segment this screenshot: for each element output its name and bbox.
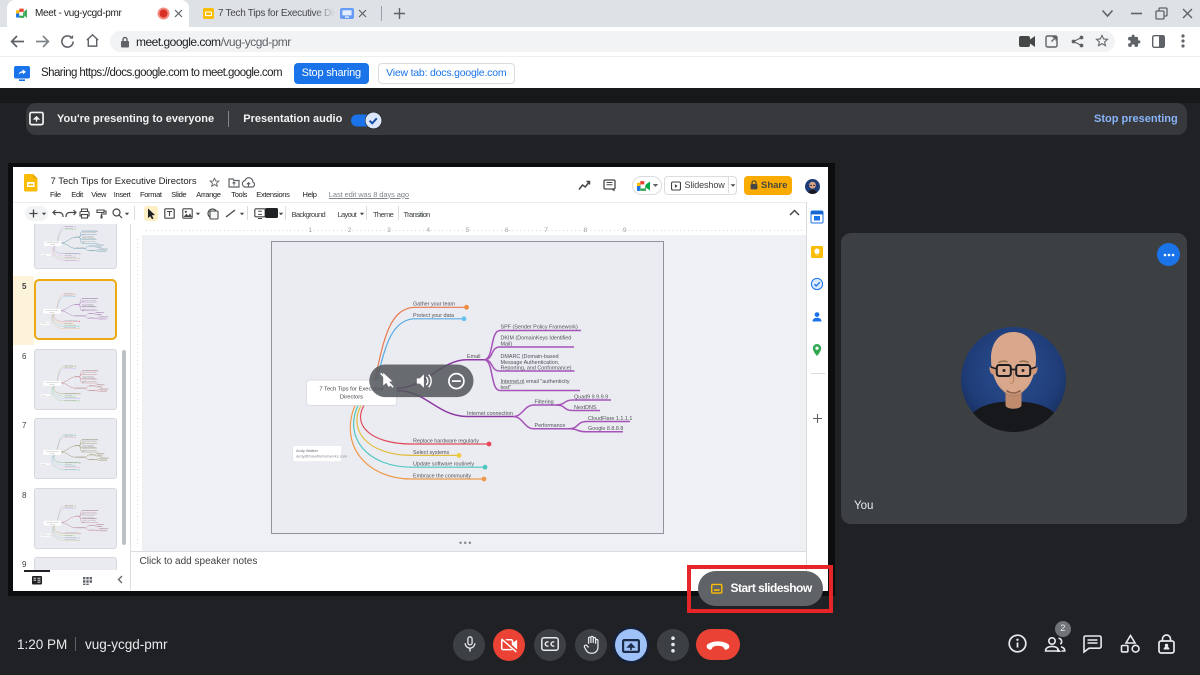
svg-text:3: 3 bbox=[387, 227, 391, 234]
svg-text:Internet connection: Internet connection bbox=[467, 410, 513, 416]
svg-text:Email: Email bbox=[467, 353, 480, 359]
svg-text:Filtering: Filtering bbox=[535, 399, 554, 405]
svg-text:andy@thewitternetworks.com: andy@thewitternetworks.com bbox=[296, 453, 347, 458]
svg-text:Update software routinely: Update software routinely bbox=[413, 461, 474, 467]
svg-text:Protect your data: Protect your data bbox=[413, 312, 454, 318]
svg-text:CloudFlare 1.1.1.1: CloudFlare 1.1.1.1 bbox=[588, 415, 632, 421]
svg-text:Replace hardware regularly: Replace hardware regularly bbox=[413, 438, 479, 444]
svg-text:NextDNS: NextDNS bbox=[574, 404, 597, 410]
svg-text:Mail): Mail) bbox=[501, 341, 513, 347]
svg-text:7: 7 bbox=[544, 227, 548, 234]
svg-text:Performance: Performance bbox=[535, 423, 566, 429]
svg-text:Directors: Directors bbox=[340, 394, 363, 400]
svg-text:test": test" bbox=[501, 385, 512, 391]
svg-text:Andy Walker: Andy Walker bbox=[296, 448, 319, 453]
svg-text:Gather your team: Gather your team bbox=[413, 301, 455, 307]
svg-text:Google 8.8.8.8: Google 8.8.8.8 bbox=[588, 426, 623, 432]
svg-text:Select systems: Select systems bbox=[413, 449, 450, 455]
svg-text:Reporting, and Conformance): Reporting, and Conformance) bbox=[501, 365, 572, 371]
svg-text:Embrace the community: Embrace the community bbox=[413, 473, 471, 479]
svg-text:SPF (Sender Policy Framework): SPF (Sender Policy Framework) bbox=[501, 324, 578, 330]
svg-text:Quad9 9.9.9.9: Quad9 9.9.9.9 bbox=[574, 394, 608, 400]
svg-text:2: 2 bbox=[348, 227, 352, 234]
